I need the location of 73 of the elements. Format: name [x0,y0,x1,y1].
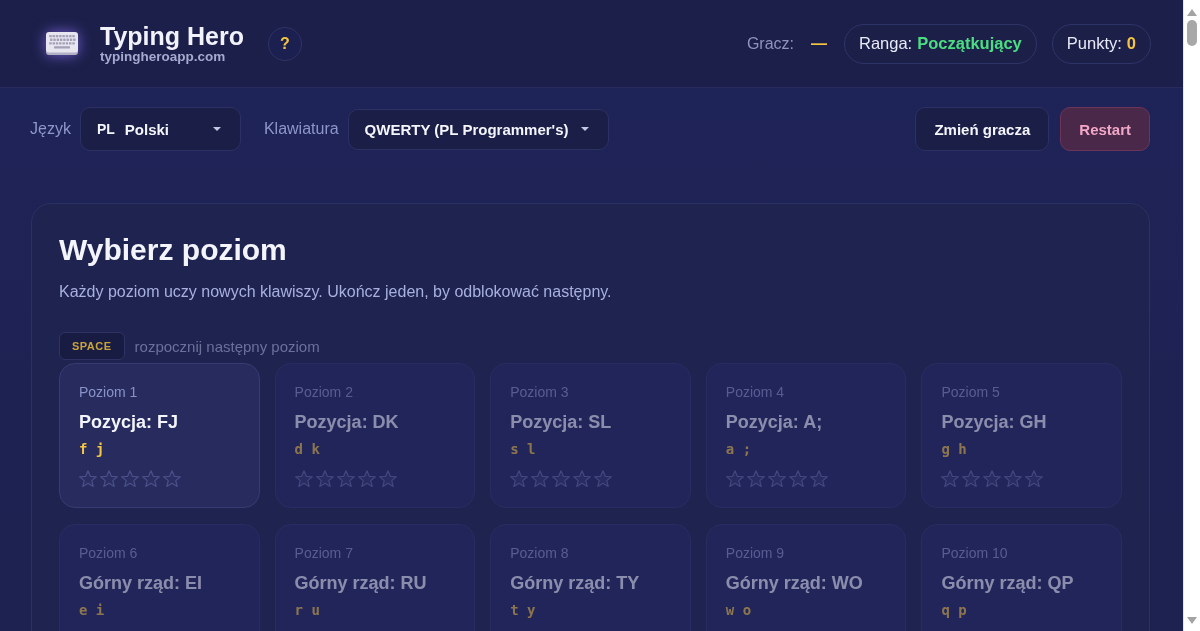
empty-star-icon [510,470,529,488]
empty-star-icon [594,470,613,488]
empty-star-icon [725,470,744,488]
rank-label: Ranga: [859,34,913,53]
field-label: Język [30,120,71,138]
empty-star-icon [336,470,355,488]
caret-icon [580,127,589,131]
field-label: Klawiatura [263,120,339,138]
scrollbar-thumb[interactable] [1187,20,1197,46]
points-value: 0 [1126,34,1136,53]
empty-star-icon [142,470,160,488]
level-keys: d k [294,440,320,458]
empty-star-icon [941,470,960,488]
empty-star-icon [983,470,1002,488]
caret-icon [212,127,221,131]
empty-star-icon [121,470,139,488]
level-keys: r u [294,601,320,619]
empty-star-icon [357,470,376,488]
empty-star-icon [809,470,828,488]
player-label: Gracz: [746,34,794,53]
change-player-button[interactable]: Zmień gracza [915,107,1050,151]
empty-star-icon [294,470,313,488]
level-title: Pozycja: A; [725,411,824,434]
points-label: Punkty: [1066,34,1122,53]
level-keys: f j [79,440,105,458]
hint-text: rozpocznij następny poziom [134,337,320,355]
empty-star-icon [100,470,118,488]
keyboard-icon [46,32,78,55]
space-keycap: SPACE [59,332,125,360]
level-title: Pozycja: SL [510,411,613,434]
level-title: Górny rząd: EI [79,572,204,595]
level-keys: a ; [725,440,752,458]
empty-star-icon [79,470,97,488]
empty-star-icon [378,470,397,488]
empty-star-icon [315,470,334,488]
level-title: Pozycja: FJ [79,411,180,434]
empty-star-icon [573,470,592,488]
language-select[interactable]: PL Polski [79,107,241,151]
level-title: Górny rząd: TY [510,572,641,595]
level-keys: g h [941,440,967,458]
rank-value: Początkujący [917,34,1022,53]
help-button[interactable]: ? [268,26,302,61]
keyboard-layout-select[interactable]: QWERTY (PL Programmer's) [347,108,609,150]
empty-star-icon [962,470,981,488]
scroll-down-icon[interactable] [1187,617,1197,624]
level-number: Poziom 1 [79,384,139,401]
empty-star-icon [163,470,181,488]
panel-description: Każdy poziom uczy nowych klawiszy. Ukończ jeden, by odblokować następny. [59,282,613,302]
player-name: — [811,34,827,53]
empty-star-icon [1004,470,1023,488]
app-title: Typing Hero [100,23,244,49]
empty-star-icon [1025,470,1044,488]
level-title: Górny rząd: QP [941,572,1075,595]
level-title: Górny rząd: RU [294,572,428,595]
level-keys: t y [510,601,536,619]
empty-star-icon [746,470,765,488]
level-title: Pozycja: GH [941,411,1048,434]
level-keys: w o [725,601,752,619]
panel-title: Wybierz poziom [59,232,288,268]
scrollbar-track[interactable] [1183,0,1200,631]
app-subtitle: typingheroapp.com [100,49,227,64]
empty-star-icon [767,470,786,488]
empty-star-icon [531,470,550,488]
restart-button[interactable]: Restart [1060,107,1150,151]
level-keys: s l [510,440,536,458]
level-card[interactable]: Poziom 1 Pozycja: FJ f j [59,363,260,508]
level-title: Górny rząd: WO [725,572,864,595]
empty-star-icon [552,470,571,488]
level-keys: q p [941,601,967,619]
level-keys: e i [79,601,105,619]
scroll-up-icon[interactable] [1187,9,1197,16]
level-title: Pozycja: DK [294,411,400,434]
empty-star-icon [788,470,807,488]
